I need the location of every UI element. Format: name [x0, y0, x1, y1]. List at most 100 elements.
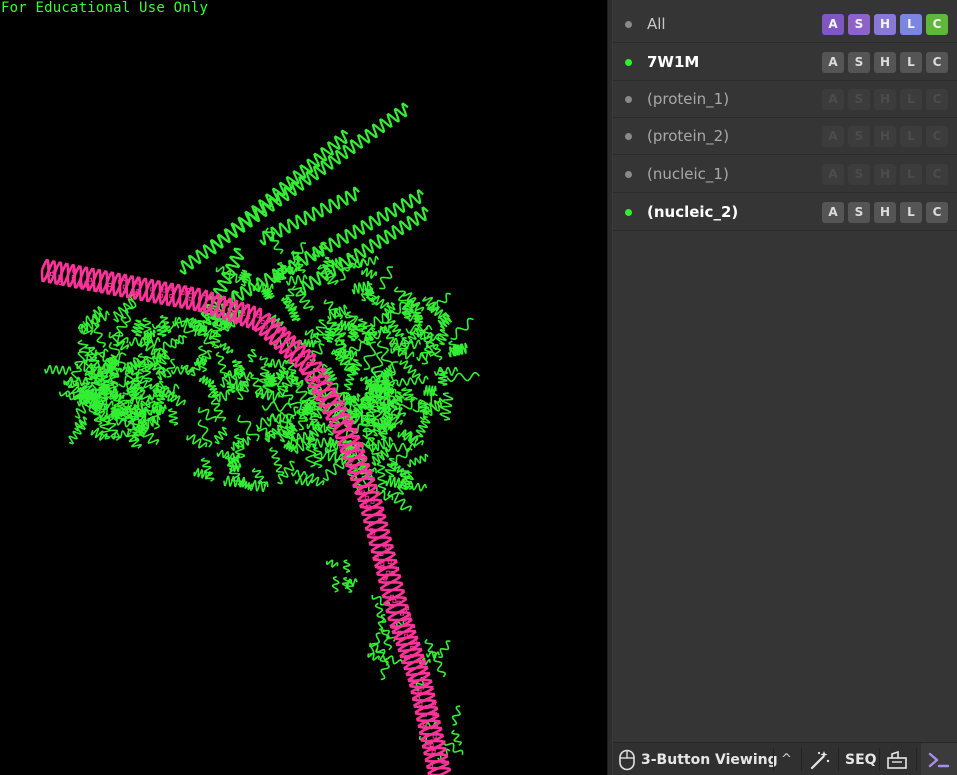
protein-helix: [423, 384, 437, 397]
action-button-h[interactable]: H: [874, 13, 896, 35]
protein-helix: [291, 469, 307, 478]
base-pair-atom: [431, 749, 436, 754]
base-pair-atom: [432, 734, 437, 739]
object-name: (protein_2): [647, 127, 730, 145]
action-button-c[interactable]: C: [926, 88, 948, 110]
protein-helix: [411, 310, 424, 324]
action-button-s[interactable]: S: [848, 163, 870, 185]
command-line-button[interactable]: [921, 743, 957, 775]
action-button-s[interactable]: S: [848, 13, 870, 35]
action-button-c[interactable]: C: [926, 51, 948, 73]
protein-helix: [379, 266, 393, 290]
action-button-a[interactable]: A: [822, 88, 844, 110]
base-pair-atom: [260, 320, 265, 325]
action-button-l[interactable]: L: [900, 88, 922, 110]
mouse-mode-button[interactable]: 3-Button Viewing: [618, 743, 778, 775]
protein-helix: [341, 577, 350, 589]
sequence-label: SEQ: [845, 751, 877, 768]
enabled-indicator[interactable]: [625, 58, 632, 66]
object-row-7w1m[interactable]: 7W1M ASHLC: [613, 44, 957, 81]
base-pair-atom: [169, 294, 174, 299]
action-button-c[interactable]: C: [926, 201, 948, 223]
base-pair-atom: [50, 271, 54, 276]
action-button-l[interactable]: L: [900, 125, 922, 147]
action-button-c[interactable]: C: [926, 163, 948, 185]
action-button-a[interactable]: A: [822, 201, 844, 223]
protein-helix: [247, 348, 257, 363]
enabled-indicator[interactable]: [625, 20, 632, 28]
base-pair-atom: [415, 696, 420, 701]
object-row-all[interactable]: All ASHLC: [613, 6, 957, 43]
protein-helix: [381, 629, 393, 651]
protein-helix: [417, 401, 431, 415]
divider: [879, 748, 880, 771]
molecule-render: [40, 102, 480, 775]
action-button-h[interactable]: H: [874, 125, 896, 147]
action-buttons: ASHLC: [822, 51, 948, 73]
protein-helix: [269, 446, 285, 477]
bottom-toolbar: 3-Button Viewing ^ SEQ: [613, 742, 957, 775]
protein-helix: [439, 392, 454, 421]
enabled-indicator[interactable]: [625, 170, 632, 178]
action-button-c[interactable]: C: [926, 13, 948, 35]
action-button-h[interactable]: H: [874, 163, 896, 185]
protein-helix: [219, 342, 234, 354]
sequence-button[interactable]: SEQ: [845, 743, 877, 775]
divider: [801, 748, 802, 771]
enabled-indicator[interactable]: [625, 132, 632, 140]
action-buttons: ASHLC: [822, 125, 948, 147]
nucleic-strand: [258, 312, 312, 373]
action-button-c[interactable]: C: [926, 125, 948, 147]
base-pair-atom: [188, 296, 193, 301]
terminal-icon: [928, 752, 950, 767]
object-row-protein-1[interactable]: (protein_1) ASHLC: [613, 81, 957, 118]
action-button-a[interactable]: A: [822, 163, 844, 185]
action-button-a[interactable]: A: [822, 125, 844, 147]
divider: [916, 748, 917, 771]
base-pair-atom: [356, 490, 361, 495]
enabled-indicator[interactable]: [625, 95, 632, 103]
base-pair-atom: [106, 273, 111, 278]
action-button-l[interactable]: L: [900, 51, 922, 73]
action-buttons: ASHLC: [822, 163, 948, 185]
protein-helix: [438, 640, 451, 659]
mouse-mode-dropdown[interactable]: ^: [781, 743, 792, 775]
action-button-a[interactable]: A: [822, 51, 844, 73]
action-button-s[interactable]: S: [848, 201, 870, 223]
nucleic-strand: [361, 498, 394, 562]
action-button-a[interactable]: A: [822, 13, 844, 35]
protein-helix: [261, 401, 292, 413]
action-button-s[interactable]: S: [848, 125, 870, 147]
object-name: All: [647, 15, 666, 33]
action-buttons: ASHLC: [822, 13, 948, 35]
action-button-h[interactable]: H: [874, 201, 896, 223]
builder-button[interactable]: [886, 743, 908, 775]
base-pair-atom: [256, 313, 261, 318]
object-row-nucleic-1[interactable]: (nucleic_1) ASHLC: [613, 156, 957, 193]
action-button-l[interactable]: L: [900, 201, 922, 223]
protein-helix: [197, 406, 218, 423]
action-button-s[interactable]: S: [848, 88, 870, 110]
protein-helix: [111, 316, 128, 346]
base-pair-atom: [392, 598, 397, 603]
base-pair-atom: [364, 495, 369, 500]
object-row-nucleic-2[interactable]: (nucleic_2) ASHLC: [613, 194, 957, 231]
protein-helix: [229, 463, 242, 473]
action-button-h[interactable]: H: [874, 51, 896, 73]
protein-helix: [385, 475, 405, 489]
wizard-button[interactable]: [809, 743, 831, 775]
enabled-indicator[interactable]: [625, 208, 632, 216]
action-button-l[interactable]: L: [900, 163, 922, 185]
builder-icon: [887, 750, 907, 769]
protein-helix: [326, 559, 339, 568]
action-button-l[interactable]: L: [900, 13, 922, 35]
action-button-h[interactable]: H: [874, 88, 896, 110]
protein-helix: [252, 281, 274, 294]
object-row-protein-2[interactable]: (protein_2) ASHLC: [613, 118, 957, 155]
base-pair-atom: [58, 281, 63, 286]
action-button-s[interactable]: S: [848, 51, 870, 73]
base-pair-atom: [107, 283, 112, 287]
divider: [773, 748, 774, 771]
molecular-viewport[interactable]: For Educational Use Only: [0, 0, 607, 775]
protein-helix: [186, 434, 208, 449]
